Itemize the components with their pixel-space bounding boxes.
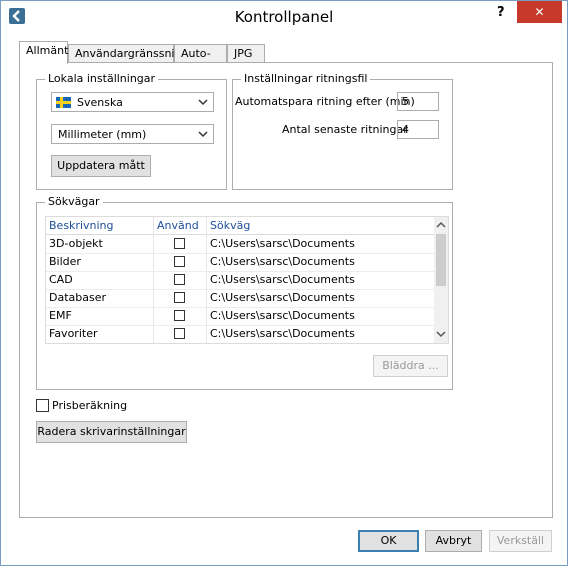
cancel-button[interactable]: Avbryt [425,530,482,552]
scroll-down-icon[interactable] [436,330,446,338]
row-description: CAD [49,273,73,286]
tab-jpg[interactable]: JPG [227,44,265,63]
scroll-thumb[interactable] [436,234,446,286]
table-row[interactable]: 3D-objekt C:\Users\sarsc\Documents [46,235,434,254]
table-row[interactable]: EMF C:\Users\sarsc\Documents [46,307,434,326]
autosave-field[interactable]: 5 [397,92,439,111]
unit-value: Millimeter (mm) [58,128,147,141]
autosave-label: Automatspara ritning efter (min) [235,95,415,108]
row-path: C:\Users\sarsc\Documents [210,255,355,268]
close-button[interactable]: ✕ [517,1,562,23]
recent-field[interactable]: 4 [397,120,439,139]
local-settings-legend: Lokala inställningar [45,72,159,85]
table-row[interactable]: Databaser C:\Users\sarsc\Documents [46,289,434,308]
pricing-checkbox[interactable] [36,399,49,412]
row-description: Bilder [49,255,81,268]
table-row[interactable]: CAD C:\Users\sarsc\Documents [46,271,434,290]
table-row[interactable]: Favoriter C:\Users\sarsc\Documents [46,325,434,343]
use-checkbox[interactable] [174,274,185,285]
chevron-down-icon [198,99,208,106]
tab-auto-3d[interactable]: Auto-3D [174,44,227,78]
ok-button[interactable]: OK [358,530,419,552]
row-path: C:\Users\sarsc\Documents [210,291,355,304]
unit-select[interactable]: Millimeter (mm) [51,124,214,144]
browse-button[interactable]: Bläddra ... [373,355,448,377]
control-panel-window: Kontrollpanel ? ✕ Allmänt Användargränss… [0,0,568,566]
row-description: Databaser [49,291,107,304]
window-title: Kontrollpanel [234,8,334,26]
vertical-scrollbar[interactable] [434,217,448,343]
drawing-settings-legend: Inställningar ritningsfil [241,72,371,85]
clear-printer-settings-button[interactable]: Radera skrivarinställningar [36,421,187,443]
row-path: C:\Users\sarsc\Documents [210,327,355,340]
grid-header: Beskrivning Använd Sökväg [46,217,434,235]
paths-legend: Sökvägar [45,195,103,208]
row-path: C:\Users\sarsc\Documents [210,273,355,286]
table-row[interactable]: Bilder C:\Users\sarsc\Documents [46,253,434,272]
help-icon[interactable]: ? [497,5,505,20]
row-description: Favoriter [49,327,98,340]
scroll-up-icon[interactable] [436,221,446,229]
row-description: EMF [49,309,72,322]
paths-grid: Beskrivning Använd Sökväg 3D-objekt C:\U… [45,216,449,344]
recent-label: Antal senaste ritningar [282,123,408,136]
apply-button[interactable]: Verkställ [489,530,552,552]
language-value: Svenska [77,96,123,109]
use-checkbox[interactable] [174,256,185,267]
row-path: C:\Users\sarsc\Documents [210,309,355,322]
chevron-down-icon [198,131,208,138]
column-header-path[interactable]: Sökväg [210,219,250,232]
row-path: C:\Users\sarsc\Documents [210,237,355,250]
swedish-flag-icon [56,97,71,108]
language-select[interactable]: Svenska [51,92,214,112]
update-measure-button[interactable]: Uppdatera mått [51,155,151,177]
column-header-description[interactable]: Beskrivning [49,219,114,232]
pricing-label: Prisberäkning [52,399,128,412]
title-bar: Kontrollpanel ? ✕ [1,1,567,31]
use-checkbox[interactable] [174,238,185,249]
tab-allmant[interactable]: Allmänt [19,41,68,64]
column-header-use[interactable]: Använd [157,219,199,232]
use-checkbox[interactable] [174,328,185,339]
row-description: 3D-objekt [49,237,103,250]
use-checkbox[interactable] [174,310,185,321]
use-checkbox[interactable] [174,292,185,303]
tab-anvandargranssnitt[interactable]: Användargränssnitt [68,44,183,63]
